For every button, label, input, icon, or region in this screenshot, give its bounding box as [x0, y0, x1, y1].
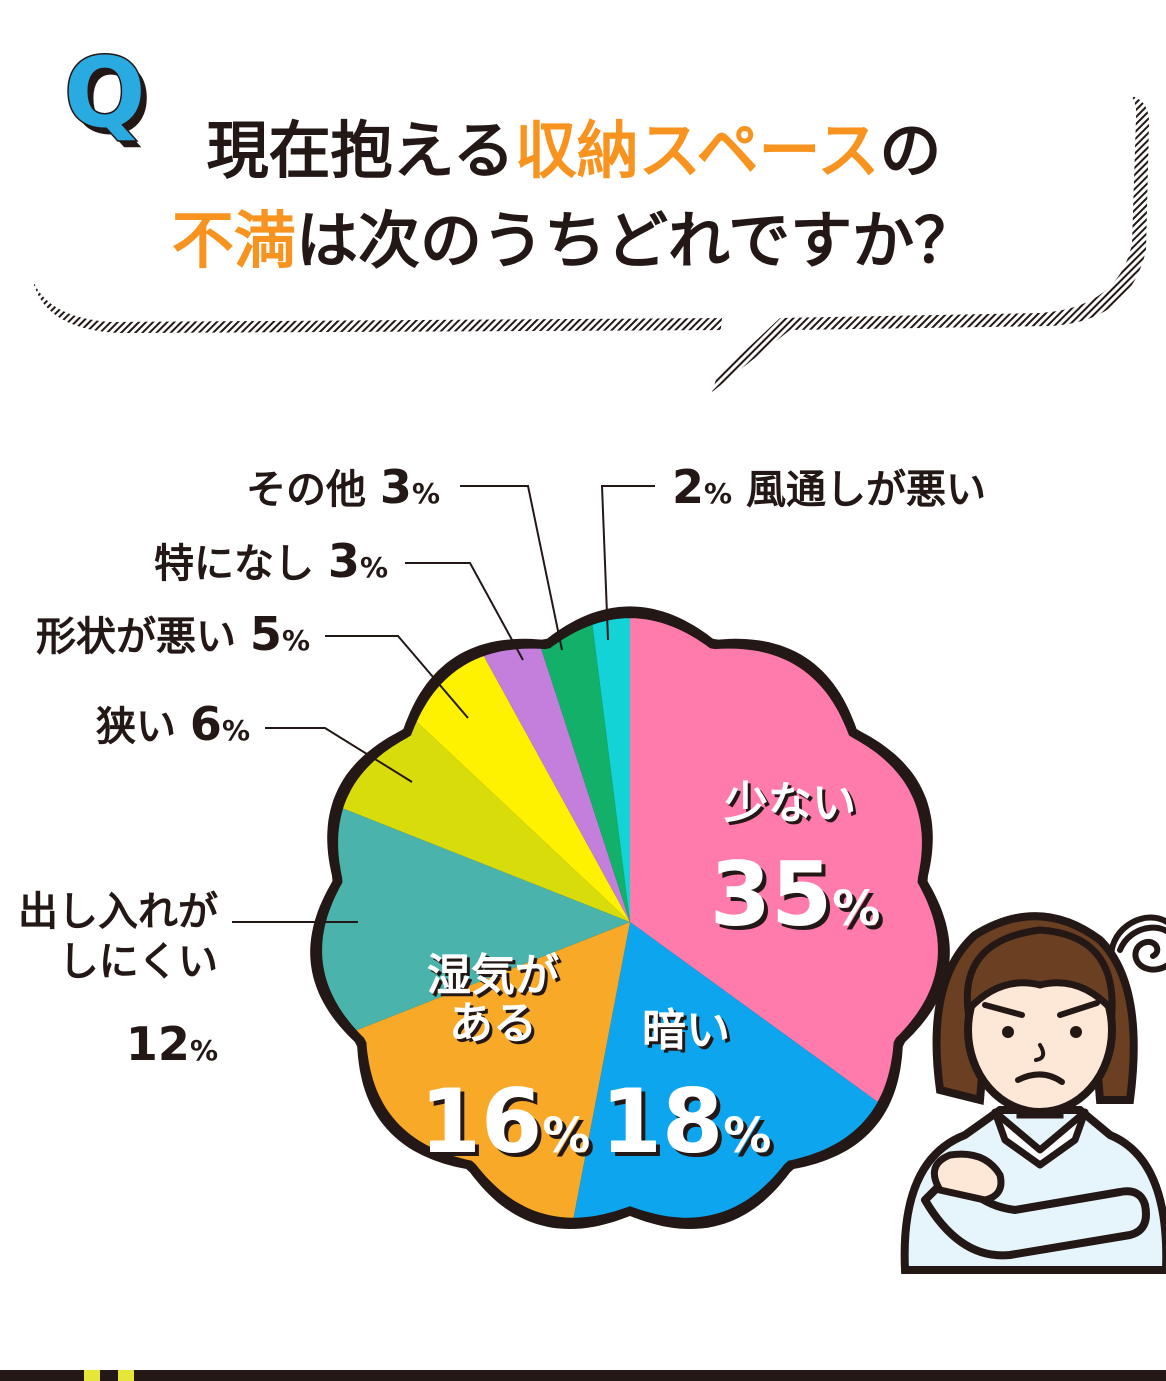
- label-text: 狭い: [96, 704, 176, 750]
- spacer: [236, 614, 250, 660]
- outside-value: 12%: [126, 1017, 218, 1071]
- value-unit: %: [222, 714, 250, 747]
- value-unit: %: [412, 477, 440, 510]
- survey-figure: Q Q 現在抱える収納スペースの 不満は次のうちどれですか？ 少ない少ない35%…: [0, 36, 1166, 1381]
- value-unit: %: [832, 881, 880, 937]
- leader-line: [460, 485, 563, 651]
- pie-chart: 少ない少ない35%35%暗い暗い18%18%湿気が湿気があるある16%16%出し…: [18, 460, 986, 1229]
- q-mark-icon: Q Q: [63, 36, 152, 157]
- slice-label: 少ない: [724, 778, 856, 829]
- value-unit: %: [704, 477, 732, 510]
- value-unit: %: [190, 1034, 218, 1067]
- outside-label: 形状が悪い 5%: [36, 607, 310, 661]
- value-unit: %: [282, 624, 310, 657]
- value-number: 6: [190, 697, 222, 751]
- outside-label: 特になし 3%: [154, 534, 388, 588]
- value-number: 5: [250, 607, 282, 661]
- label-text: その他: [246, 467, 366, 513]
- question-segment-highlight: 収納スペース: [515, 114, 880, 187]
- outside-label: しにくい: [59, 939, 218, 985]
- question-line-1: 現在抱える収納スペースの: [207, 114, 942, 187]
- spacer: [366, 467, 380, 513]
- label-text: 特になし: [154, 541, 314, 587]
- value-unit: %: [542, 1108, 590, 1164]
- outside-label: 出し入れが: [18, 889, 218, 935]
- slice-label: 暗い: [642, 1005, 730, 1056]
- slice-label: ある: [449, 998, 537, 1049]
- value-number: 3: [328, 534, 360, 588]
- question-segment: は次のうちどれですか？: [296, 204, 976, 277]
- q-mark: Q: [64, 37, 146, 149]
- spacer: [314, 541, 328, 587]
- value-number: 18: [601, 1070, 723, 1173]
- question-segment: 現在抱える: [207, 114, 515, 187]
- hand: [930, 1150, 1005, 1204]
- question-segment: の: [879, 114, 941, 187]
- outside-label: 2% 風通しが悪い: [672, 460, 986, 514]
- value-number: 2: [672, 460, 704, 514]
- value-number: 16: [420, 1070, 542, 1173]
- slice-label: 湿気が: [427, 950, 559, 1001]
- value-number: 35: [710, 843, 832, 946]
- outside-label: その他 3%: [246, 460, 440, 514]
- spacer: [732, 467, 746, 513]
- spacer: [176, 704, 190, 750]
- value-number: 3: [380, 460, 412, 514]
- eye-left: [1002, 1026, 1014, 1038]
- label-text: 風通しが悪い: [746, 467, 986, 513]
- eye-right: [1070, 1026, 1082, 1038]
- value-unit: %: [723, 1108, 771, 1164]
- value-unit: %: [360, 551, 388, 584]
- label-text: 形状が悪い: [36, 614, 236, 660]
- value-number: 12: [126, 1017, 190, 1071]
- outside-label: 狭い 6%: [96, 697, 250, 751]
- question-segment-highlight: 不満: [172, 204, 296, 277]
- bottom-rule: [0, 1370, 1166, 1381]
- question-line-2: 不満は次のうちどれですか？: [172, 204, 976, 277]
